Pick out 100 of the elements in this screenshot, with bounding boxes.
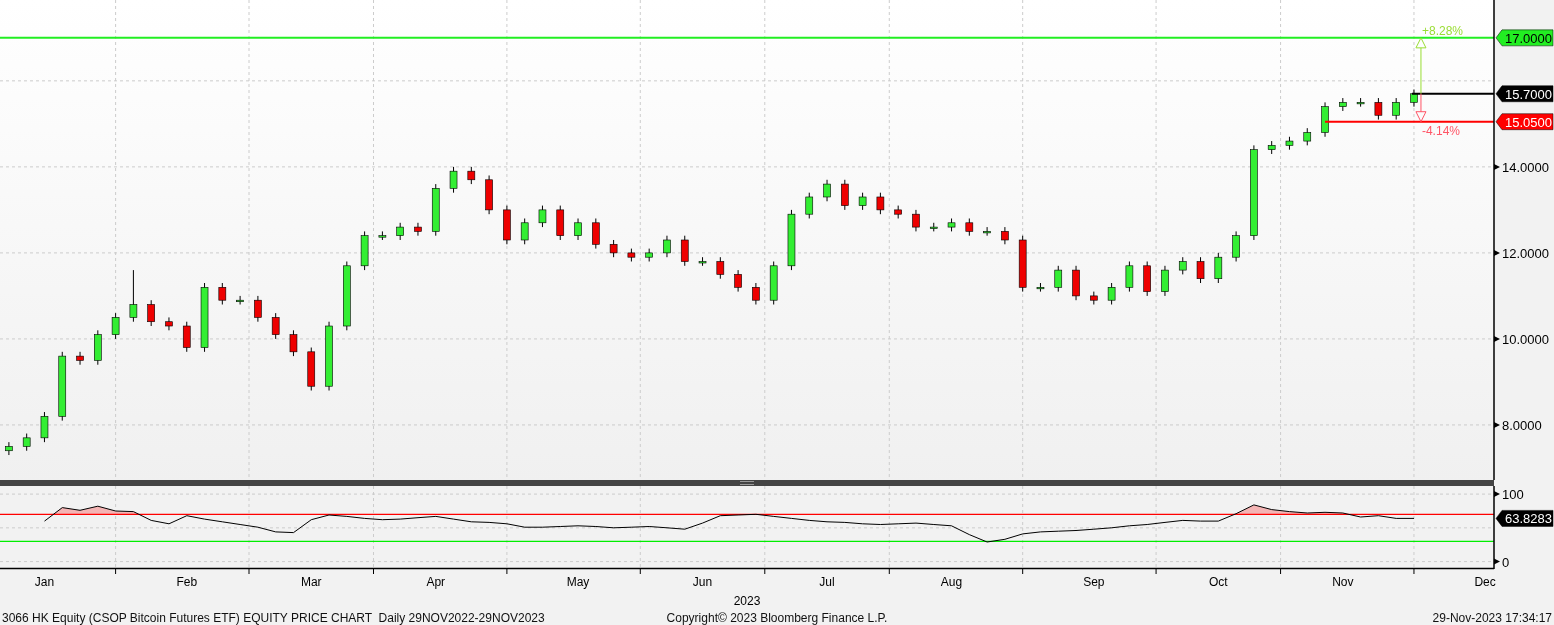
candlestick bbox=[396, 222, 404, 241]
candlestick bbox=[841, 179, 849, 211]
rsi-value-tag: 63.8283 bbox=[1495, 509, 1554, 527]
candlestick bbox=[165, 316, 173, 331]
candlestick bbox=[271, 312, 280, 340]
price-level-tag: 15.7000 bbox=[1495, 85, 1554, 102]
month-label: Mar bbox=[300, 574, 322, 589]
candlestick bbox=[947, 218, 956, 232]
candlestick bbox=[1178, 256, 1187, 275]
candlestick bbox=[147, 299, 155, 327]
ref-line-label: 17.0000 bbox=[1505, 30, 1552, 46]
candlestick bbox=[1339, 97, 1347, 112]
ref-line-label: 15.7000 bbox=[1505, 86, 1552, 102]
candlestick bbox=[858, 192, 867, 211]
candlestick bbox=[1214, 252, 1223, 284]
percent-label: +8.28% bbox=[1421, 23, 1463, 38]
year-label: 2023 bbox=[733, 594, 761, 609]
price-level-tag: 15.0500 bbox=[1495, 113, 1554, 130]
candlestick bbox=[1107, 282, 1116, 305]
candlestick bbox=[503, 205, 511, 245]
candlestick bbox=[129, 269, 138, 323]
candlestick bbox=[929, 222, 938, 232]
candlestick bbox=[1036, 282, 1045, 293]
axis-label: 14.0000 bbox=[1502, 159, 1549, 175]
candlestick bbox=[520, 218, 529, 245]
month-label: Nov bbox=[1332, 574, 1354, 589]
candlestick bbox=[1196, 256, 1205, 284]
candlestick bbox=[1054, 265, 1063, 293]
chart-title: 3066 HK Equity (CSOP Bitcoin Futures ETF) EQUITY PRICE CHART Daily 29NOV2022-29NOV2023 bbox=[2, 611, 545, 625]
candlestick bbox=[698, 256, 707, 267]
candlestick bbox=[1018, 235, 1027, 293]
candlestick bbox=[769, 261, 778, 305]
candlestick bbox=[1161, 265, 1169, 297]
candlestick bbox=[556, 205, 565, 241]
candlestick bbox=[680, 235, 689, 267]
candlestick bbox=[1356, 97, 1365, 108]
axis-label: 8.0000 bbox=[1502, 417, 1542, 433]
candlestick bbox=[645, 248, 653, 262]
candlestick bbox=[58, 351, 67, 422]
candlestick bbox=[538, 205, 547, 228]
month-label: Oct bbox=[1209, 574, 1228, 589]
candlestick bbox=[1285, 136, 1294, 151]
candlestick bbox=[289, 329, 298, 357]
candlestick bbox=[431, 183, 440, 237]
candlestick bbox=[236, 295, 244, 305]
month-label: Feb bbox=[176, 574, 198, 589]
candlestick bbox=[485, 175, 493, 215]
axis-label: 10.0000 bbox=[1502, 331, 1549, 347]
percent-label: -4.14% bbox=[1421, 123, 1460, 138]
candlestick bbox=[734, 269, 742, 293]
ref-line-label: 15.0500 bbox=[1505, 114, 1552, 130]
candlestick bbox=[574, 218, 582, 241]
candlestick bbox=[325, 321, 333, 392]
candlestick bbox=[200, 282, 209, 353]
candlestick bbox=[1090, 291, 1098, 305]
candlestick bbox=[912, 209, 920, 232]
candlestick bbox=[1143, 261, 1151, 297]
candlestick bbox=[1125, 261, 1134, 293]
candlestick bbox=[716, 256, 725, 280]
candlestick bbox=[823, 179, 831, 202]
candlestick bbox=[876, 192, 885, 215]
candlestick bbox=[182, 321, 191, 353]
candlestick bbox=[467, 166, 476, 185]
candlestick bbox=[1374, 97, 1383, 121]
candlestick bbox=[1303, 127, 1312, 146]
axis-label: 0 bbox=[1502, 554, 1510, 570]
axis-label: 12.0000 bbox=[1502, 245, 1549, 261]
candlestick bbox=[76, 351, 84, 366]
candlestick bbox=[983, 226, 991, 237]
candlestick bbox=[1072, 265, 1080, 301]
candlestick bbox=[663, 235, 671, 258]
month-label: Sep bbox=[1083, 574, 1105, 589]
candlestick bbox=[360, 230, 369, 271]
candlestick bbox=[343, 261, 351, 331]
timestamp: 29-Nov-2023 17:34:17 bbox=[1432, 611, 1552, 625]
candlestick bbox=[449, 166, 458, 194]
month-label: Jan bbox=[34, 574, 55, 589]
candlestick bbox=[5, 441, 13, 456]
candlestick bbox=[378, 230, 387, 241]
candlestick bbox=[94, 329, 102, 366]
candlestick bbox=[752, 282, 760, 305]
month-label: Jun bbox=[692, 574, 713, 589]
axis-label: 100 bbox=[1502, 486, 1524, 502]
candlestick bbox=[254, 295, 262, 323]
candlestick bbox=[1267, 140, 1276, 155]
month-label: Dec bbox=[1474, 574, 1496, 589]
candlestick bbox=[627, 248, 636, 262]
month-label: Jul bbox=[819, 574, 835, 589]
candlestick bbox=[965, 218, 974, 237]
candlestick bbox=[111, 312, 120, 340]
candlestick bbox=[1321, 101, 1329, 138]
candlestick bbox=[307, 347, 316, 392]
candlestick bbox=[1232, 230, 1240, 262]
month-label: May bbox=[566, 574, 590, 589]
price-level-tag: 17.0000 bbox=[1495, 29, 1554, 47]
candlestick bbox=[40, 411, 49, 443]
candlestick bbox=[218, 282, 227, 305]
candlestick bbox=[787, 209, 796, 271]
candlestick bbox=[414, 222, 422, 237]
candlestick bbox=[805, 192, 814, 219]
